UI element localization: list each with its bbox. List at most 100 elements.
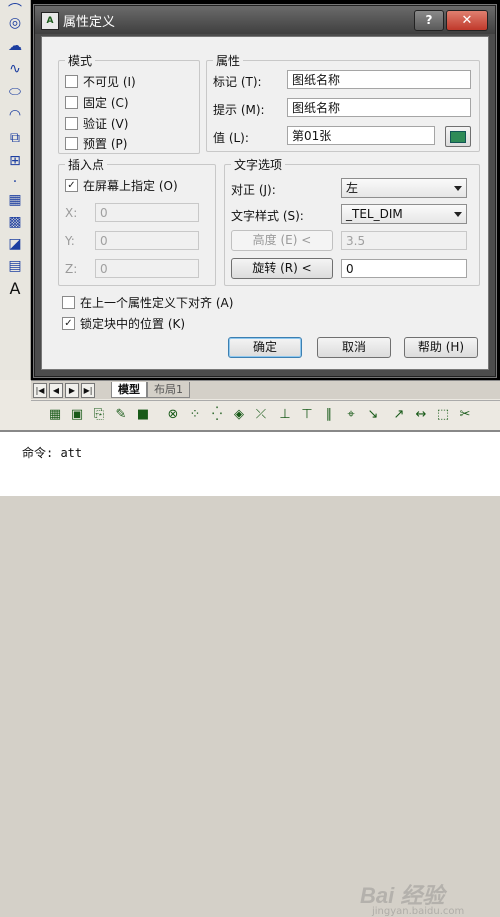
spline-icon[interactable]: ∿ bbox=[5, 59, 25, 79]
attedit-icon[interactable]: ✎ bbox=[113, 406, 129, 422]
ok-button[interactable]: 确定 bbox=[228, 337, 302, 358]
mode-group: 模式 不可见 (I) 固定 (C) 验证 (V) 预置 (P) bbox=[58, 52, 200, 154]
snap-insert-icon[interactable]: ⌖ bbox=[343, 406, 359, 422]
prompt-input[interactable]: 图纸名称 bbox=[287, 98, 471, 117]
checkbox-box bbox=[65, 95, 78, 109]
circle-icon[interactable]: ◎ bbox=[5, 13, 25, 33]
snap-perpendicular-icon[interactable]: ⊤ bbox=[299, 406, 315, 422]
checkbox-box bbox=[65, 136, 78, 150]
revcloud-icon[interactable]: ☁ bbox=[5, 36, 25, 56]
x-input: 0 bbox=[95, 203, 199, 222]
height-input: 3.5 bbox=[341, 231, 467, 250]
hatch-icon[interactable]: ▦ bbox=[5, 190, 25, 210]
text-options-group: 文字选项 对正 (J): 左 文字样式 (S): _TEL_DIM 高度 (E)… bbox=[224, 156, 480, 286]
specify-on-screen-checkbox[interactable]: ✓ 在屏幕上指定 (O) bbox=[65, 177, 178, 193]
point-icon[interactable]: · bbox=[5, 172, 25, 192]
align-below-checkbox[interactable]: 在上一个属性定义下对齐 (A) bbox=[62, 294, 233, 310]
verify-label: 验证 (V) bbox=[83, 116, 129, 131]
lock-position-label: 锁定块中的位置 (K) bbox=[80, 316, 186, 331]
attribute-group-title: 属性 bbox=[213, 52, 244, 69]
hatch-edit-icon[interactable]: ▦ bbox=[47, 406, 63, 422]
table-icon[interactable]: ▤ bbox=[5, 256, 25, 276]
draw-toolbar: ⌒ ◎ ☁ ∿ ⬭ ◠ ⧉ ⊞ · ▦ ▩ ◪ ▤ A bbox=[0, 0, 31, 380]
cancel-button[interactable]: 取消 bbox=[317, 337, 391, 358]
help-button[interactable]: 帮助 (H) bbox=[404, 337, 478, 358]
text-style-value: _TEL_DIM bbox=[346, 207, 403, 221]
rotation-button[interactable]: 旋转 (R) < bbox=[231, 258, 333, 279]
preset-label: 预置 (P) bbox=[83, 136, 128, 151]
snap-none-icon[interactable]: ⬚ bbox=[435, 406, 451, 422]
snap-intersection-icon[interactable]: ⤫ bbox=[253, 406, 269, 422]
specify-on-screen-label: 在屏幕上指定 (O) bbox=[83, 178, 178, 193]
tag-label: 标记 (T): bbox=[213, 75, 262, 89]
dialog-client-area: 模式 不可见 (I) 固定 (C) 验证 (V) 预置 (P) 属性 标记 (T… bbox=[41, 36, 489, 370]
rotation-input[interactable]: 0 bbox=[341, 259, 467, 278]
ellipse-arc-icon[interactable]: ◠ bbox=[5, 105, 25, 125]
dialog-titlebar[interactable]: A 属性定义 ? ✕ bbox=[35, 6, 495, 34]
next-tab-icon[interactable]: ▶ bbox=[65, 383, 79, 398]
modify-toolbar: ▦ ▣ ⎘ ✎ ■ ⊗ ⁘ ⁛ ◈ ⤫ ⊥ ⊤ ∥ ⌖ ↘ ↗ ↔ ⬚ ✂ bbox=[31, 400, 500, 429]
constant-checkbox[interactable]: 固定 (C) bbox=[65, 94, 129, 110]
command-line-text: 命令: att bbox=[22, 446, 83, 460]
tag-input[interactable]: 图纸名称 bbox=[287, 70, 471, 89]
snap-settings-icon[interactable]: ✂ bbox=[457, 406, 473, 422]
text-style-select[interactable]: _TEL_DIM bbox=[341, 204, 467, 224]
verify-checkbox[interactable]: 验证 (V) bbox=[65, 115, 128, 131]
dialog-title: 属性定义 bbox=[63, 15, 116, 30]
tab-layout1[interactable]: 布局1 bbox=[147, 382, 190, 398]
refedit-icon[interactable]: ⎘ bbox=[91, 406, 107, 422]
default-label: 值 (L): bbox=[213, 131, 249, 145]
y-input: 0 bbox=[95, 231, 199, 250]
z-label: Z: bbox=[65, 262, 78, 276]
x-label: X: bbox=[65, 206, 78, 220]
close-button[interactable]: ✕ bbox=[446, 10, 488, 31]
dialog-app-icon: A bbox=[41, 12, 59, 30]
mtext-icon[interactable]: A bbox=[5, 278, 25, 298]
attribute-definition-dialog: A 属性定义 ? ✕ 模式 不可见 (I) 固定 (C) 验证 (V) 预置 (… bbox=[34, 5, 496, 377]
default-value-input[interactable]: 第01张 bbox=[287, 126, 435, 145]
snap-quadrant-icon[interactable]: ◈ bbox=[231, 406, 247, 422]
checkbox-box bbox=[65, 116, 78, 130]
snap-endpoint-icon[interactable]: ⊗ bbox=[165, 406, 181, 422]
snap-parallel-icon[interactable]: ∥ bbox=[321, 406, 337, 422]
preset-checkbox[interactable]: 预置 (P) bbox=[65, 135, 127, 151]
first-tab-icon[interactable]: |◀ bbox=[33, 383, 47, 398]
justify-value: 左 bbox=[346, 181, 359, 195]
gradient-icon[interactable]: ▩ bbox=[5, 212, 25, 232]
region-icon[interactable]: ◪ bbox=[5, 234, 25, 254]
justify-select[interactable]: 左 bbox=[341, 178, 467, 198]
attribute-group: 属性 标记 (T): 图纸名称 提示 (M): 图纸名称 值 (L): 第01张 bbox=[206, 52, 480, 152]
prompt-label: 提示 (M): bbox=[213, 103, 265, 117]
snap-node-icon[interactable]: ⁛ bbox=[209, 406, 225, 422]
snap-apparent-icon[interactable]: ↗ bbox=[391, 406, 407, 422]
snap-extension-icon[interactable]: ↔ bbox=[413, 406, 429, 422]
save-icon[interactable]: ■ bbox=[135, 406, 151, 422]
titlebar-help-button[interactable]: ? bbox=[414, 10, 444, 31]
command-window[interactable]: 命令: att Bai 经验 jingyan.baidu.com bbox=[0, 430, 500, 917]
watermark-url: jingyan.baidu.com bbox=[372, 906, 465, 917]
lock-position-checkbox[interactable]: ✓ 锁定块中的位置 (K) bbox=[62, 315, 185, 331]
checkbox-box-checked: ✓ bbox=[65, 178, 78, 192]
insertion-group-title: 插入点 bbox=[65, 156, 108, 173]
insert-field-icon bbox=[450, 130, 466, 143]
make-block-icon[interactable]: ⊞ bbox=[5, 151, 25, 171]
last-tab-icon[interactable]: ▶| bbox=[81, 383, 95, 398]
insert-block-icon[interactable]: ⧉ bbox=[5, 128, 25, 148]
align-below-label: 在上一个属性定义下对齐 (A) bbox=[80, 295, 234, 310]
text-options-title: 文字选项 bbox=[231, 156, 286, 173]
snap-midpoint-icon[interactable]: ⁘ bbox=[187, 406, 203, 422]
insertion-point-group: 插入点 ✓ 在屏幕上指定 (O) X: 0 Y: 0 Z: 0 bbox=[58, 156, 216, 286]
snap-nearest-icon[interactable]: ↘ bbox=[365, 406, 381, 422]
checkbox-box bbox=[65, 74, 78, 88]
prev-tab-icon[interactable]: ◀ bbox=[49, 383, 63, 398]
insert-field-button[interactable] bbox=[445, 126, 471, 147]
mode-group-title: 模式 bbox=[65, 52, 96, 69]
height-button: 高度 (E) < bbox=[231, 230, 333, 251]
z-input: 0 bbox=[95, 259, 199, 278]
y-label: Y: bbox=[65, 234, 75, 248]
invisible-checkbox[interactable]: 不可见 (I) bbox=[65, 73, 136, 89]
ellipse-icon[interactable]: ⬭ bbox=[5, 82, 25, 102]
tab-model[interactable]: 模型 bbox=[111, 382, 147, 398]
block-editor-icon[interactable]: ▣ bbox=[69, 406, 85, 422]
snap-tangent-icon[interactable]: ⊥ bbox=[277, 406, 293, 422]
